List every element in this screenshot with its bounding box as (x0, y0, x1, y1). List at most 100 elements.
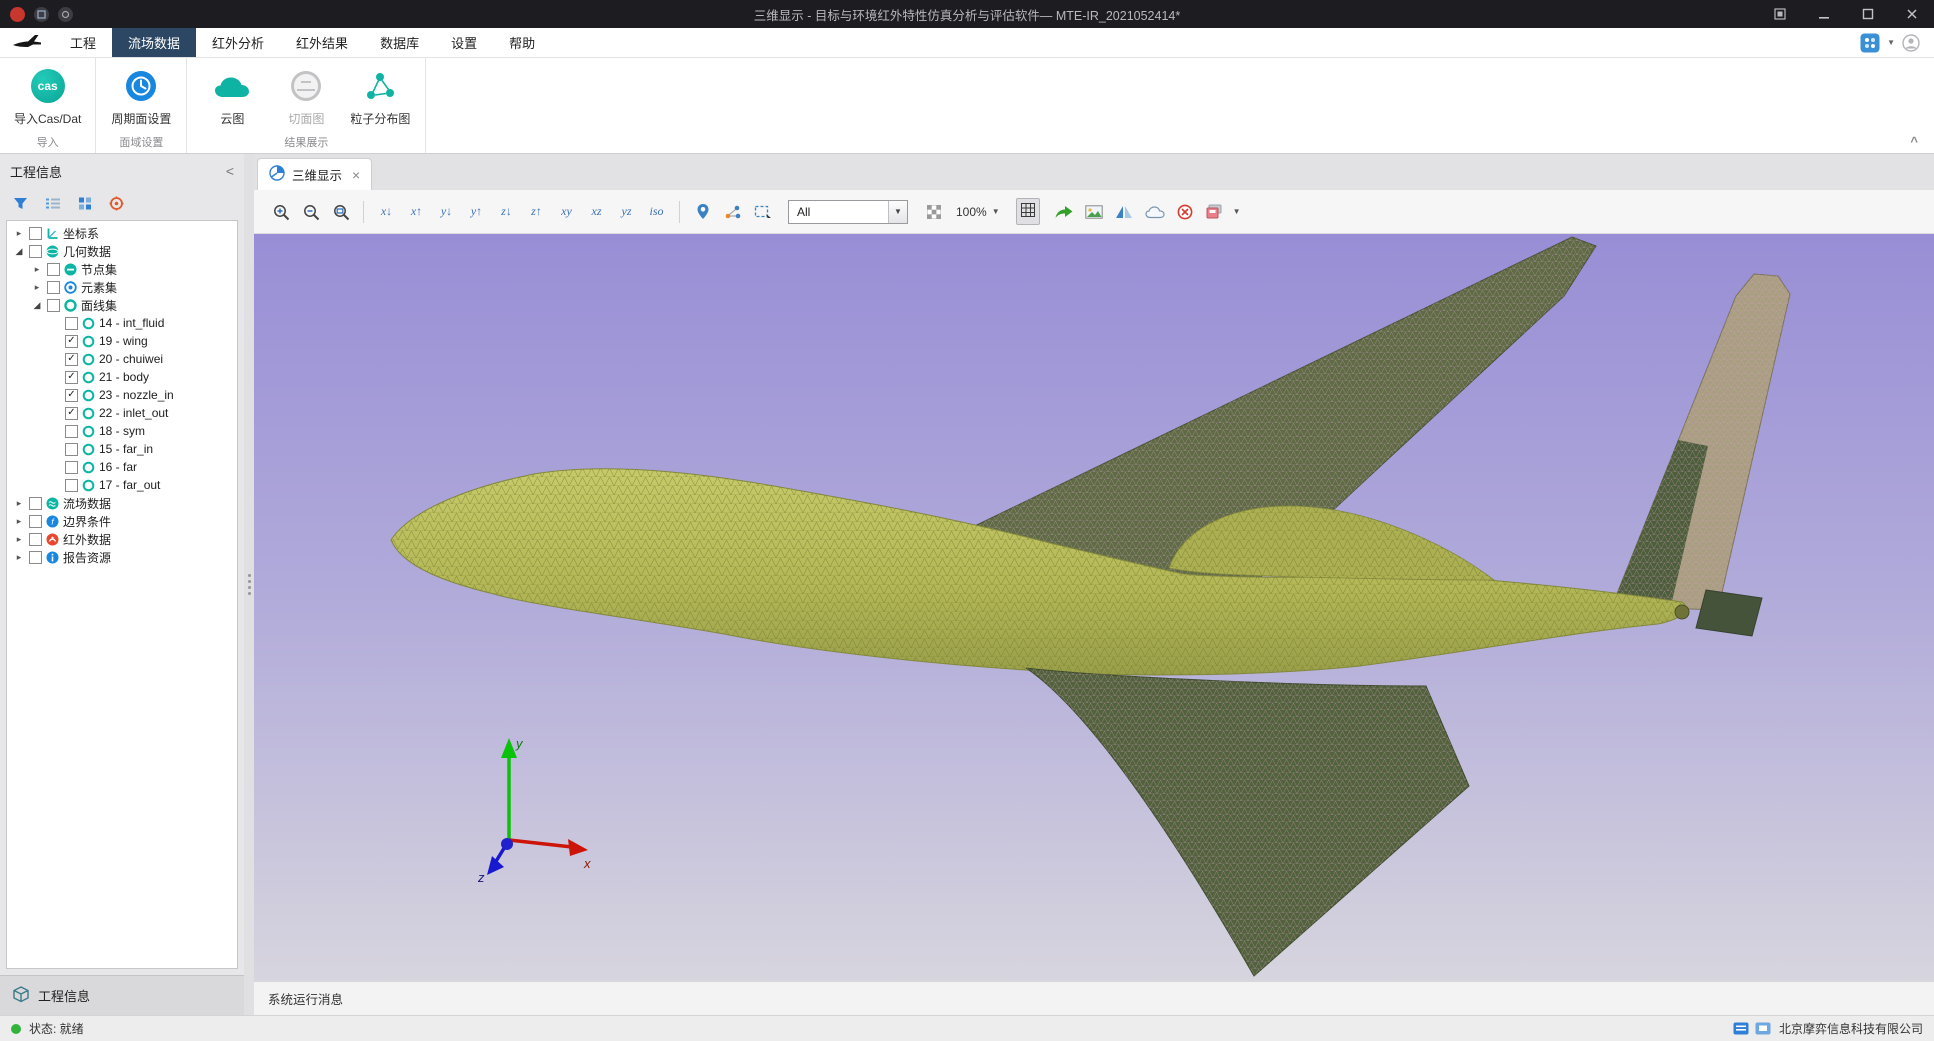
tree-checkbox[interactable] (47, 299, 60, 312)
tree-checkbox[interactable] (65, 425, 78, 438)
menu-tab-2[interactable]: 红外分析 (196, 28, 280, 57)
tree-checkbox[interactable]: ✓ (65, 353, 78, 366)
tree-item-16[interactable]: ▸f边界条件 (7, 512, 237, 530)
grid-toggle-button[interactable] (1016, 198, 1040, 225)
checkerboard-icon[interactable] (921, 199, 946, 225)
project-info-button[interactable]: 工程信息 (0, 975, 244, 1015)
expand-icon[interactable]: ▸ (13, 516, 25, 527)
tree-item-2[interactable]: ▸节点集 (7, 260, 237, 278)
grid-view-icon[interactable] (78, 197, 92, 210)
panel-splitter[interactable] (244, 154, 254, 1015)
box-select-icon[interactable] (750, 199, 775, 225)
collapse-icon[interactable]: ◢ (31, 300, 43, 311)
tree-checkbox[interactable] (29, 515, 42, 528)
ribbon-button-2-2[interactable]: 粒子分布图 (345, 65, 415, 127)
viewport-3d[interactable]: x y z (254, 234, 1934, 981)
tree-checkbox[interactable] (65, 443, 78, 456)
view-z-down-icon[interactable]: z↓ (494, 199, 519, 225)
menu-tab-4[interactable]: 数据库 (364, 28, 435, 57)
view-plane-xz-icon[interactable]: xz (584, 199, 609, 225)
zoom-in-icon[interactable] (268, 199, 293, 225)
collapse-icon[interactable]: ◢ (13, 246, 25, 257)
theme-grid-icon[interactable] (1860, 33, 1880, 53)
view-x-up-icon[interactable]: x↑ (404, 199, 429, 225)
view-y-up-icon[interactable]: y↑ (464, 199, 489, 225)
menu-tab-1[interactable]: 流场数据 (112, 28, 196, 57)
clear-red-icon[interactable] (1173, 199, 1198, 225)
view-z-up-icon[interactable]: z↑ (524, 199, 549, 225)
tree-checkbox[interactable]: ✓ (65, 407, 78, 420)
panel-collapse-icon[interactable]: < (226, 163, 234, 179)
tree-item-10[interactable]: ✓22 - inlet_out (7, 404, 237, 422)
tree-item-15[interactable]: ▸流场数据 (7, 494, 237, 512)
menu-tab-5[interactable]: 设置 (435, 28, 493, 57)
tree-item-7[interactable]: ✓20 - chuiwei (7, 350, 237, 368)
expand-icon[interactable]: ▸ (13, 552, 25, 563)
tree-item-13[interactable]: 16 - far (7, 458, 237, 476)
locate-icon[interactable] (109, 196, 124, 211)
expand-icon[interactable]: ▸ (31, 282, 43, 293)
ribbon-button-1-0[interactable]: 周期面设置 (106, 65, 176, 127)
tree-checkbox[interactable] (65, 317, 78, 330)
view-plane-yz-icon[interactable]: yz (614, 199, 639, 225)
status-app-icon-2[interactable] (1755, 1022, 1771, 1035)
tree-checkbox[interactable] (29, 533, 42, 546)
status-app-icon-1[interactable] (1733, 1022, 1749, 1035)
tree-item-14[interactable]: 17 - far_out (7, 476, 237, 494)
dropdown-arrow-icon[interactable]: ▼ (888, 201, 907, 223)
collapse-ribbon-icon[interactable]: ^ (1910, 134, 1918, 149)
list-view-icon[interactable] (45, 197, 61, 210)
zoom-window-icon[interactable] (328, 199, 353, 225)
tree-item-0[interactable]: ▸坐标系 (7, 224, 237, 242)
expand-icon[interactable]: ▸ (13, 228, 25, 239)
record-red-icon[interactable] (10, 7, 25, 22)
tree-item-17[interactable]: ▸红外数据 (7, 530, 237, 548)
minimize-icon[interactable] (1802, 0, 1846, 28)
zoom-level-dropdown[interactable]: 100% ▼ (951, 205, 1005, 219)
tree-item-8[interactable]: ✓21 - body (7, 368, 237, 386)
tree-checkbox[interactable]: ✓ (65, 389, 78, 402)
app-dark-icon[interactable] (34, 7, 49, 22)
tree-checkbox[interactable] (29, 227, 42, 240)
view-iso-icon[interactable]: iso (644, 199, 669, 225)
section-caret-icon[interactable]: ▼ (1233, 207, 1241, 216)
particle-trace-icon[interactable] (720, 199, 745, 225)
camera-dark-icon[interactable] (58, 7, 73, 22)
tree-checkbox[interactable] (65, 479, 78, 492)
tree-item-18[interactable]: ▸报告资源 (7, 548, 237, 566)
ribbon-button-2-0[interactable]: 云图 (197, 65, 267, 127)
display-filter-dropdown[interactable]: All ▼ (788, 200, 908, 224)
tree-checkbox[interactable] (65, 461, 78, 474)
tree-item-1[interactable]: ◢几何数据 (7, 242, 237, 260)
tree-item-12[interactable]: 15 - far_in (7, 440, 237, 458)
export-arrow-icon[interactable] (1051, 199, 1077, 225)
tree-item-5[interactable]: 14 - int_fluid (7, 314, 237, 332)
section-save-icon[interactable] (1203, 199, 1228, 225)
tree-checkbox[interactable] (29, 245, 42, 258)
menu-tab-0[interactable]: 工程 (54, 28, 112, 57)
tree-checkbox[interactable] (47, 263, 60, 276)
zoom-out-icon[interactable] (298, 199, 323, 225)
tree-item-6[interactable]: ✓19 - wing (7, 332, 237, 350)
view-plane-xy-icon[interactable]: xy (554, 199, 579, 225)
account-icon[interactable] (1902, 34, 1920, 52)
expand-icon[interactable]: ▸ (13, 534, 25, 545)
view-y-down-icon[interactable]: y↓ (434, 199, 459, 225)
tree-item-3[interactable]: ▸元素集 (7, 278, 237, 296)
tree-checkbox[interactable]: ✓ (65, 371, 78, 384)
tab-3d-view[interactable]: 三维显示 × (257, 158, 372, 190)
menu-tab-3[interactable]: 红外结果 (280, 28, 364, 57)
snapshot-icon[interactable] (1082, 199, 1107, 225)
tree-checkbox[interactable]: ✓ (65, 335, 78, 348)
probe-pin-icon[interactable] (690, 199, 715, 225)
tree-item-9[interactable]: ✓23 - nozzle_in (7, 386, 237, 404)
tree-checkbox[interactable] (29, 497, 42, 510)
tree-checkbox[interactable] (47, 281, 60, 294)
menu-tab-6[interactable]: 帮助 (493, 28, 551, 57)
view-x-down-icon[interactable]: x↓ (374, 199, 399, 225)
filter-icon[interactable] (13, 197, 28, 210)
tree-item-4[interactable]: ◢面线集 (7, 296, 237, 314)
close-icon[interactable] (1890, 0, 1934, 28)
maximize-icon[interactable] (1846, 0, 1890, 28)
pin-window-icon[interactable] (1758, 0, 1802, 28)
